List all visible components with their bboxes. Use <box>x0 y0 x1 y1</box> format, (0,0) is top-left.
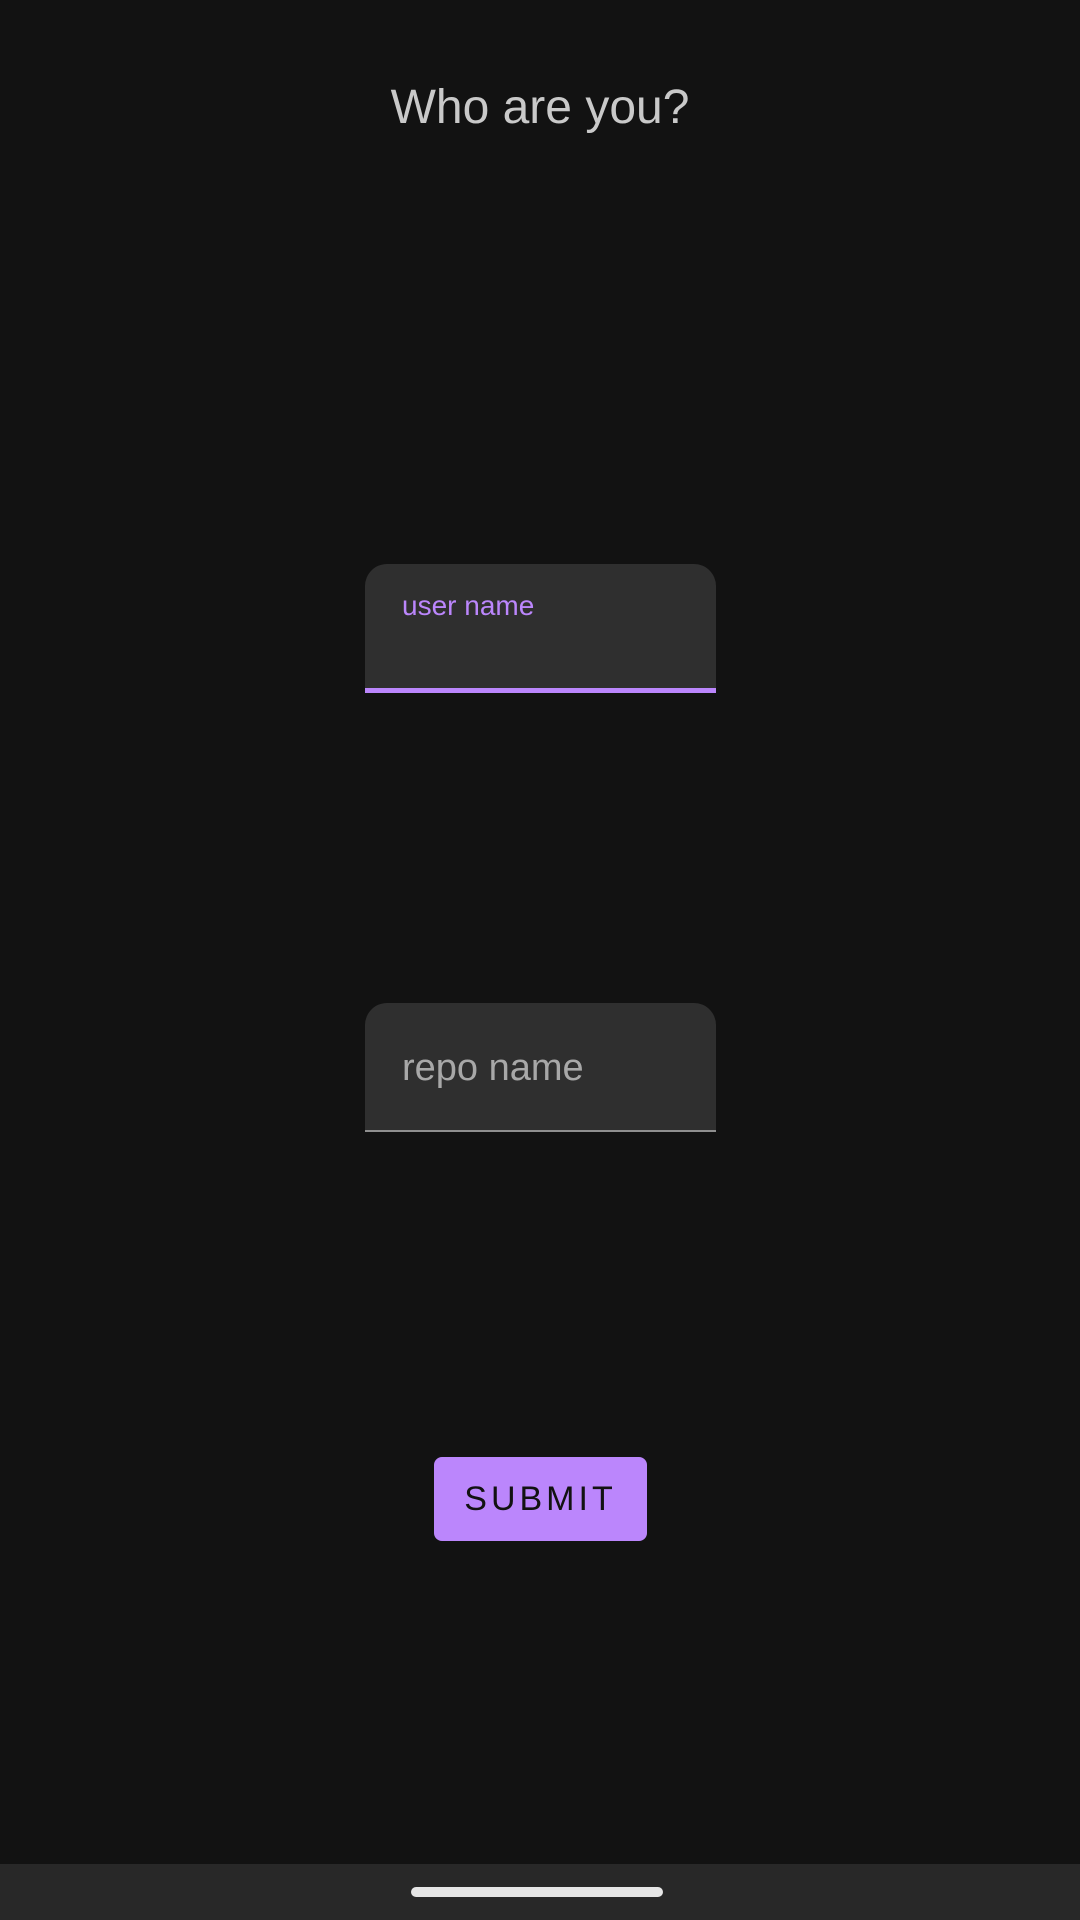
home-gesture-handle-icon[interactable] <box>411 1887 663 1897</box>
user-name-input[interactable] <box>402 594 682 668</box>
repo-name-input[interactable] <box>402 1031 682 1105</box>
page-title: Who are you? <box>390 81 690 134</box>
who-are-you-screen: Who are you? user name SUBMIT <box>0 0 1080 1864</box>
repo-name-field[interactable] <box>365 1003 716 1132</box>
submit-button[interactable]: SUBMIT <box>434 1457 647 1541</box>
user-name-field[interactable]: user name <box>365 564 716 693</box>
system-navigation-bar <box>0 1864 1080 1920</box>
